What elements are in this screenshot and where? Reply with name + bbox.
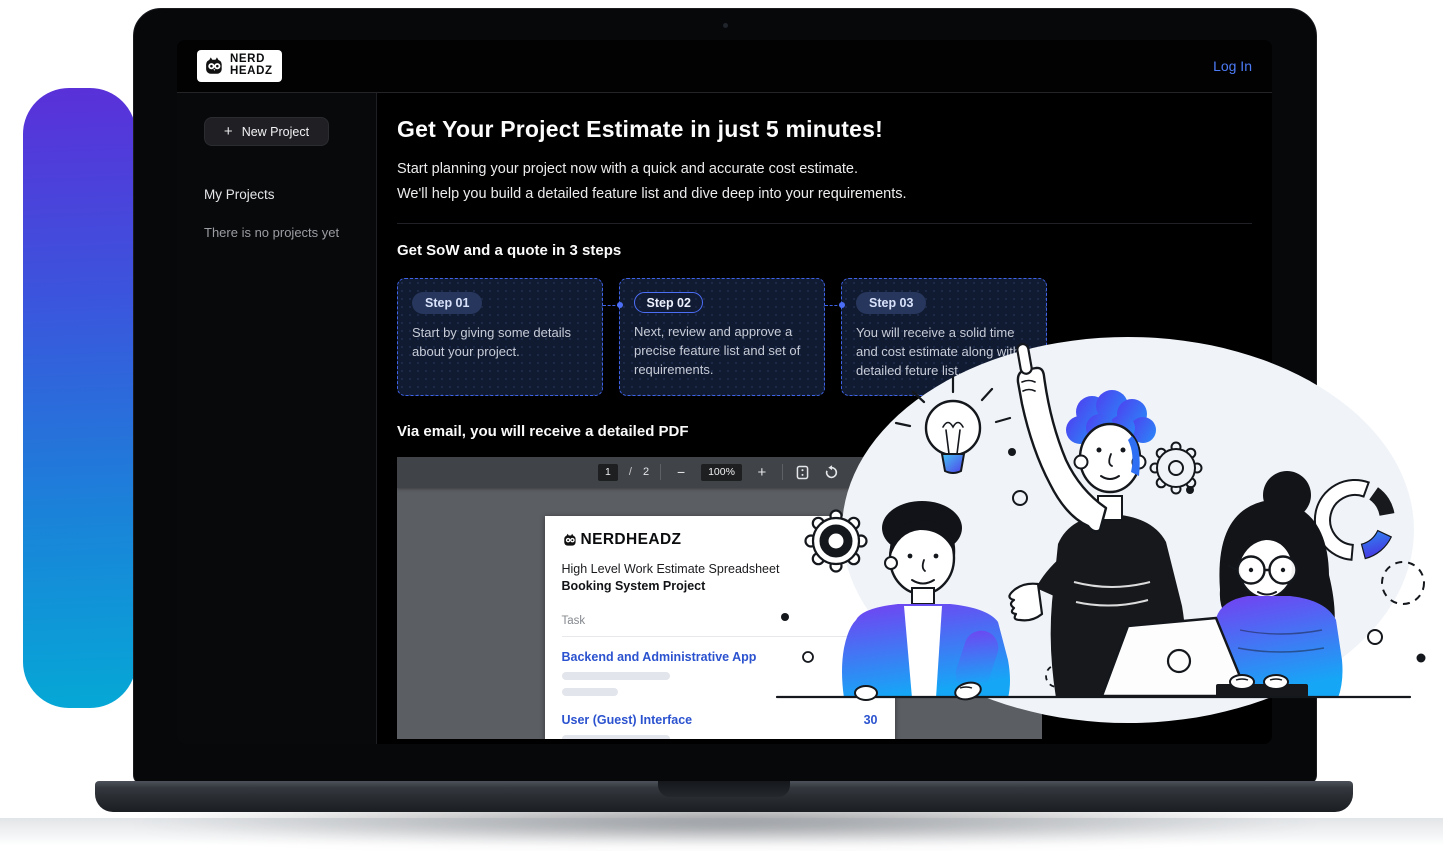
steps-heading: Get SoW and a quote in 3 steps bbox=[397, 242, 1252, 259]
app-screen: NERD HEADZ Log In + New Project My Proje… bbox=[177, 40, 1272, 744]
plus-icon: + bbox=[224, 124, 233, 139]
step-3-text: You will receive a solid time and cost e… bbox=[856, 324, 1032, 381]
step-connector-2 bbox=[825, 305, 842, 306]
step-2-badge: Step 02 bbox=[634, 292, 703, 313]
zoom-in-icon[interactable]: + bbox=[753, 463, 771, 481]
steps-row: Step 01 Start by giving some details abo… bbox=[397, 278, 1047, 396]
zoom-out-icon[interactable]: − bbox=[672, 463, 690, 481]
projects-empty-state: There is no projects yet bbox=[204, 225, 350, 240]
gradient-decoration bbox=[23, 88, 136, 708]
owl-logo-icon bbox=[562, 532, 578, 548]
pdf-doc-subtitle: High Level Work Estimate Spreadsheet bbox=[562, 562, 878, 576]
page-title: Get Your Project Estimate in just 5 minu… bbox=[397, 116, 1252, 143]
task-value: 30 bbox=[864, 713, 878, 727]
step-card-2: Step 02 Next, review and approve a preci… bbox=[619, 278, 825, 396]
pdf-current-page[interactable]: 1 bbox=[598, 464, 618, 481]
step-3-badge: Step 03 bbox=[856, 292, 926, 314]
laptop-base-notch bbox=[658, 781, 790, 797]
pdf-doc-logo: NERDHEADZ bbox=[562, 531, 878, 549]
step-2-text: Next, review and approve a precise featu… bbox=[634, 323, 810, 380]
brand-logo[interactable]: NERD HEADZ bbox=[197, 50, 282, 81]
skeleton-bar bbox=[562, 688, 618, 696]
topbar: NERD HEADZ Log In bbox=[177, 40, 1272, 93]
new-project-label: New Project bbox=[242, 125, 309, 139]
step-1-badge: Step 01 bbox=[412, 292, 482, 314]
fit-page-icon[interactable] bbox=[794, 463, 812, 481]
pdf-doc-title: Booking System Project bbox=[562, 579, 878, 593]
page: NERD HEADZ Log In + New Project My Proje… bbox=[0, 0, 1443, 851]
login-link[interactable]: Log In bbox=[1213, 58, 1252, 74]
step-card-1: Step 01 Start by giving some details abo… bbox=[397, 278, 603, 396]
pdf-document-page: NERDHEADZ High Level Work Estimate Sprea… bbox=[545, 516, 895, 739]
donut-chart-decoration bbox=[1315, 480, 1394, 560]
skeleton-bar bbox=[562, 735, 670, 739]
sidebar: + New Project My Projects There is no pr… bbox=[177, 93, 377, 744]
laptop-base bbox=[95, 781, 1353, 812]
pdf-viewer: 1 / 2 − 100% + bbox=[397, 457, 1042, 739]
pdf-column-header: Task bbox=[562, 615, 878, 627]
webcam-dot bbox=[723, 23, 728, 28]
pdf-zoom-level[interactable]: 100% bbox=[701, 464, 742, 481]
rotate-icon[interactable] bbox=[823, 463, 841, 481]
main-content: Get Your Project Estimate in just 5 minu… bbox=[377, 93, 1272, 744]
laptop-lid: NERD HEADZ Log In + New Project My Proje… bbox=[133, 8, 1317, 785]
page-subtitle: Start planning your project now with a q… bbox=[397, 157, 1252, 206]
step-connector-1 bbox=[603, 305, 620, 306]
owl-logo-icon bbox=[203, 55, 225, 77]
subtitle-line-2: We'll help you build a detailed feature … bbox=[397, 182, 1252, 207]
app-body: + New Project My Projects There is no pr… bbox=[177, 93, 1272, 744]
divider bbox=[397, 223, 1252, 224]
divider bbox=[562, 636, 878, 637]
step-card-3: Step 03 You will receive a solid time an… bbox=[841, 278, 1047, 396]
task-name: User (Guest) Interface bbox=[562, 713, 693, 727]
table-row: User (Guest) Interface 30 bbox=[562, 713, 878, 727]
pdf-doc-brand: NERDHEADZ bbox=[581, 531, 682, 549]
step-1-text: Start by giving some details about your … bbox=[412, 324, 588, 362]
toolbar-divider bbox=[660, 464, 661, 480]
subtitle-line-1: Start planning your project now with a q… bbox=[397, 157, 1252, 182]
table-row: Backend and Administrative App bbox=[562, 650, 878, 664]
new-project-button[interactable]: + New Project bbox=[204, 117, 329, 146]
floor-haze bbox=[0, 818, 1443, 851]
pdf-total-pages: 2 bbox=[643, 466, 649, 478]
my-projects-label: My Projects bbox=[204, 187, 350, 202]
toolbar-divider bbox=[782, 464, 783, 480]
skeleton-bar bbox=[562, 672, 670, 680]
pdf-section-heading: Via email, you will receive a detailed P… bbox=[397, 423, 1252, 440]
task-name: Backend and Administrative App bbox=[562, 650, 757, 664]
brand-wordmark: NERD HEADZ bbox=[230, 54, 273, 77]
pdf-page-separator: / bbox=[629, 466, 632, 478]
brand-line-2: HEADZ bbox=[230, 66, 273, 78]
pdf-toolbar: 1 / 2 − 100% + bbox=[397, 457, 1042, 488]
